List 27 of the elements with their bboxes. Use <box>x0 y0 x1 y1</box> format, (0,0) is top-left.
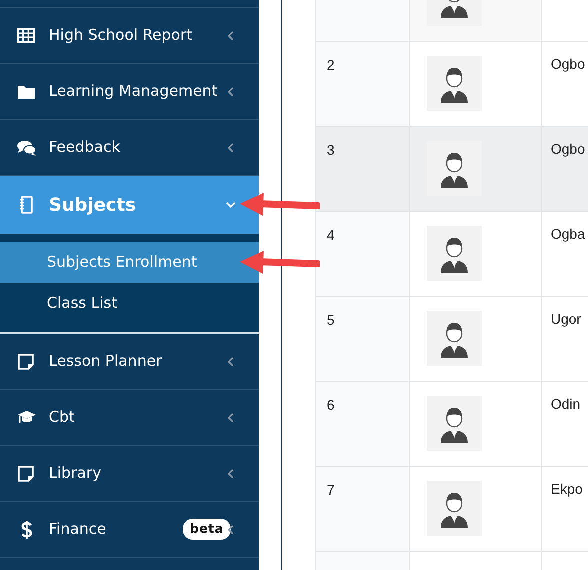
chevron-left-icon <box>226 412 236 424</box>
sidebar-item[interactable]: Cbt <box>0 390 259 446</box>
sidebar-item[interactable]: High School Report <box>0 8 259 64</box>
table-cell: 7 <box>316 467 410 551</box>
note-icon <box>17 464 37 482</box>
submenu-item[interactable]: Class List <box>0 283 259 324</box>
table-cell: 2 <box>316 42 410 126</box>
table-cell: 5 <box>316 297 410 381</box>
grid-icon <box>17 26 37 44</box>
chevron-left-icon <box>226 86 236 98</box>
table-cell: 6 <box>316 382 410 466</box>
chevron-left-icon <box>226 142 236 154</box>
sidebar-item[interactable]: Library <box>0 446 259 502</box>
chevron-left-icon <box>226 30 236 42</box>
sidebar-item[interactable]: Finance beta <box>0 502 259 558</box>
sidebar-item[interactable]: Learning Management <box>0 64 259 120</box>
sidebar-item[interactable]: Lesson Planner <box>0 334 259 390</box>
chevron-left-icon <box>226 524 236 536</box>
table-cell: 3 <box>316 127 410 211</box>
beta-badge: beta <box>183 519 231 540</box>
submenu-item[interactable]: Subjects Enrollment <box>0 242 259 283</box>
chat-icon <box>17 138 37 156</box>
chevron-left-icon <box>226 468 236 480</box>
table-cell: Ogbo <box>542 127 588 211</box>
note-icon <box>17 352 37 370</box>
table-cell: 4 <box>316 212 410 296</box>
chevron-left-icon <box>226 356 236 368</box>
